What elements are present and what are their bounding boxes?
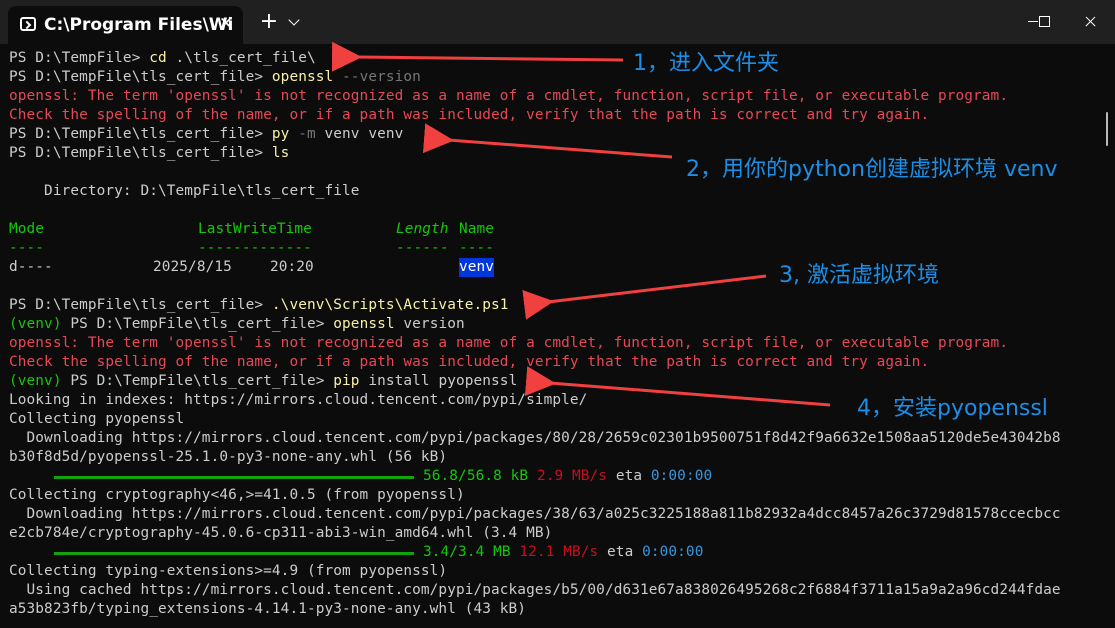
annotation-step-1: 1，进入文件夹 [633, 51, 779, 76]
arrow-2 [422, 123, 673, 159]
arrow-1 [331, 41, 624, 72]
annotation-step-4: 4，安装pyopenssl [857, 396, 1048, 421]
arrow-4 [524, 366, 831, 407]
annotation-step-3: 3, 激活虚拟环境 [779, 263, 939, 288]
arrow-3 [522, 274, 767, 320]
annotation-step-2: 2，用你的python创建虚拟环境 venv [686, 157, 1058, 182]
annotation-arrows [331, 41, 831, 407]
